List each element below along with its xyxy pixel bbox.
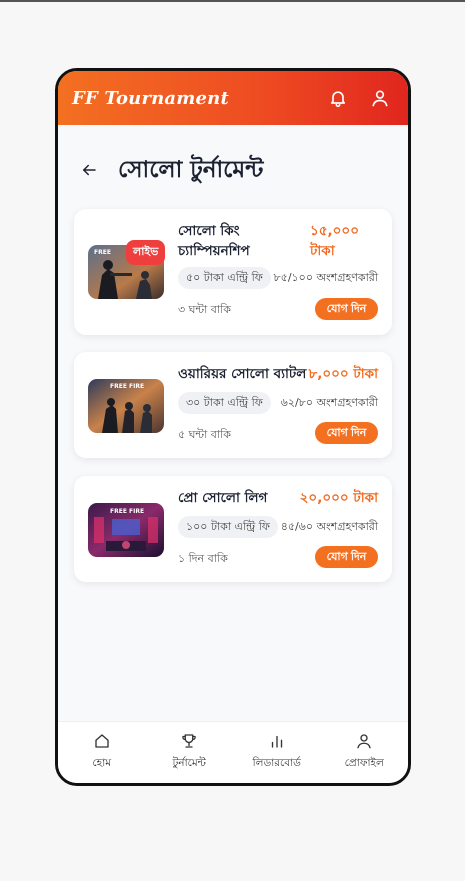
tournament-thumbnail: FREE FIRE bbox=[88, 503, 164, 557]
svg-text:FREE: FREE bbox=[94, 249, 111, 256]
tournament-card[interactable]: FREE FIRE প্রো সোলো লিগ ২০,০০০ টাকা ১০০ … bbox=[74, 476, 392, 582]
entry-fee-chip: ৩০ টাকা এন্ট্রি ফি bbox=[178, 392, 271, 414]
nav-item-tournament[interactable]: টুর্নামেন্ট bbox=[146, 722, 234, 783]
entry-fee-chip: ১০০ টাকা এন্ট্রি ফি bbox=[178, 516, 278, 538]
bar-chart-icon bbox=[271, 735, 282, 748]
user-icon[interactable] bbox=[370, 88, 390, 108]
page-title: সোলো টুর্নামেন্ট bbox=[118, 156, 264, 183]
tournament-name-line: সোলো কিং bbox=[178, 223, 240, 239]
prize-amount-line: টাকা bbox=[310, 243, 335, 259]
prize-amount: ১৫,০০০ টাকা bbox=[310, 221, 359, 261]
live-badge: লাইভ bbox=[126, 240, 166, 265]
nav-item-home[interactable]: হোম bbox=[58, 722, 146, 783]
tournament-thumbnail: FREE FIRE bbox=[88, 379, 164, 433]
page-title-row: সোলো টুর্নামেন্ট bbox=[58, 125, 408, 215]
bell-icon[interactable] bbox=[328, 88, 348, 108]
bottom-nav: হোম টুর্নামেন্ট লিডারবোর্ড প্রোফাইল bbox=[58, 721, 408, 783]
nav-item-leaderboard[interactable]: লিডারবোর্ড bbox=[233, 722, 321, 783]
phone-frame: FF Tournament সোলো টুর্নামেন্ট FREE লাইভ… bbox=[55, 68, 411, 786]
prize-amount: ২০,০০০ টাকা bbox=[299, 490, 378, 506]
entry-fee-chip: ৫০ টাকা এন্ট্রি ফি bbox=[178, 267, 271, 289]
back-arrow-icon[interactable] bbox=[80, 161, 98, 179]
time-remaining: ১ দিন বাকি bbox=[178, 552, 228, 565]
app-header: FF Tournament bbox=[58, 71, 408, 125]
nav-label: লিডারবোর্ড bbox=[252, 757, 301, 769]
tournament-card[interactable]: FREE লাইভ সোলো কিং চ্যাম্পিয়নশিপ ১৫,০০০… bbox=[74, 209, 392, 335]
join-button[interactable]: যোগ দিন bbox=[315, 422, 378, 444]
brand-logo: FF Tournament bbox=[72, 87, 229, 109]
tournament-name: প্রো সোলো লিগ bbox=[178, 490, 268, 506]
time-remaining: ৩ ঘন্টা বাকি bbox=[178, 303, 231, 316]
svg-text:FREE FIRE: FREE FIRE bbox=[110, 508, 144, 515]
svg-text:FREE FIRE: FREE FIRE bbox=[110, 383, 144, 390]
participants-count: ৬২/৮০ অংশগ্রহণকারী bbox=[280, 396, 378, 409]
tournament-name: সোলো কিং চ্যাম্পিয়নশিপ bbox=[178, 221, 250, 261]
time-remaining: ৫ ঘন্টা বাকি bbox=[178, 428, 231, 441]
participants-count: ৪৫/৬০ অংশগ্রহণকারী bbox=[280, 520, 378, 533]
join-button[interactable]: যোগ দিন bbox=[315, 298, 378, 320]
tournament-card[interactable]: FREE FIRE ওয়ারিয়র সোলো ব্যাটল ৮,০০০ টা… bbox=[74, 352, 392, 458]
nav-label: হোম bbox=[92, 757, 112, 769]
nav-label: প্রোফাইল bbox=[344, 757, 384, 769]
tournament-name: ওয়ারিয়র সোলো ব্যাটল bbox=[178, 366, 307, 382]
nav-item-profile[interactable]: প্রোফাইল bbox=[321, 722, 409, 783]
nav-label: টুর্নামেন্ট bbox=[172, 757, 206, 769]
user-icon bbox=[357, 734, 371, 749]
prize-amount: ৮,০০০ টাকা bbox=[308, 366, 378, 382]
tournament-name-line: চ্যাম্পিয়নশিপ bbox=[178, 243, 250, 259]
join-button[interactable]: যোগ দিন bbox=[315, 546, 378, 568]
home-icon bbox=[95, 734, 109, 748]
participants-count: ৮৫/১০০ অংশগ্রহণকারী bbox=[273, 271, 378, 284]
prize-amount-line: ১৫,০০০ bbox=[310, 223, 359, 239]
trophy-icon bbox=[182, 734, 197, 748]
